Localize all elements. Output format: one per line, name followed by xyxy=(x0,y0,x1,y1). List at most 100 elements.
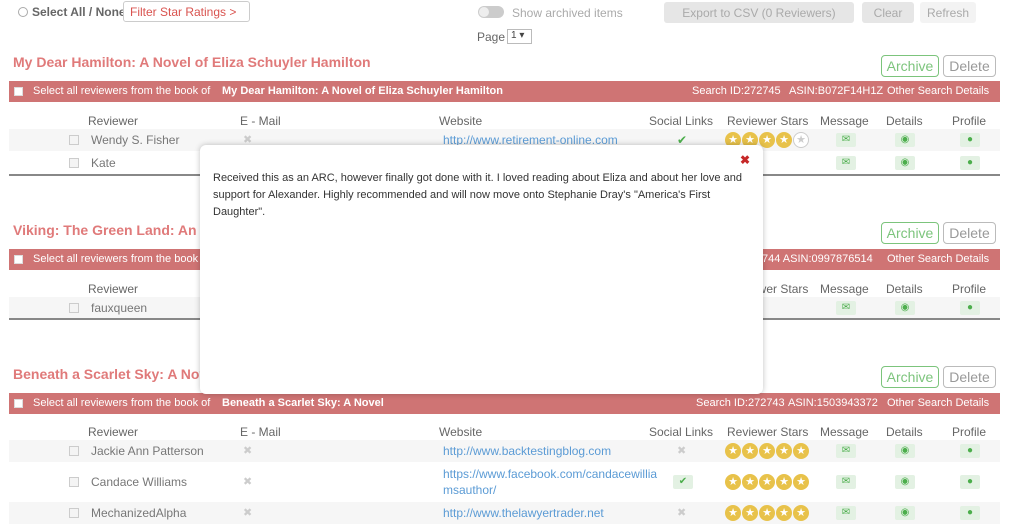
profile-icon[interactable]: ● xyxy=(960,444,980,458)
message-icon[interactable]: ✉ xyxy=(836,444,856,458)
other-search-details-link[interactable]: Other Search Details xyxy=(887,253,989,265)
star-icon: ★ xyxy=(759,132,775,148)
book-title[interactable]: Viking: The Green Land: An E xyxy=(13,222,210,238)
reviewer-name: Candace Williams xyxy=(91,475,188,489)
no-email-icon: ✖ xyxy=(243,445,253,457)
message-icon[interactable]: ✉ xyxy=(836,301,856,315)
profile-icon[interactable]: ● xyxy=(960,156,980,170)
reviewer-dashboard: Select All / None Filter Star Ratings > … xyxy=(0,0,1024,531)
star-icon: ★ xyxy=(742,474,758,490)
eye-icon[interactable]: ◉ xyxy=(895,301,915,315)
star-icon: ★ xyxy=(725,505,741,521)
show-archived-toggle[interactable] xyxy=(478,6,504,18)
page-select[interactable]: 1 ▾ xyxy=(507,29,533,44)
reviewer-name: fauxqueen xyxy=(91,301,148,315)
profile-icon[interactable]: ● xyxy=(960,506,980,520)
page-label: Page xyxy=(477,29,506,44)
website-link[interactable]: http://www.backtestingblog.com xyxy=(443,443,611,459)
star-icon: ★ xyxy=(759,474,775,490)
profile-icon[interactable]: ● xyxy=(960,475,980,489)
star-icon: ★ xyxy=(742,505,758,521)
message-icon[interactable]: ✉ xyxy=(836,156,856,170)
col-stars: Reviewer Stars xyxy=(727,425,809,439)
star-icon: ★ xyxy=(776,505,792,521)
close-icon[interactable]: ✖ xyxy=(740,153,750,167)
col-message: Message xyxy=(820,425,869,439)
reviewer-name: Kate xyxy=(91,156,116,170)
message-icon[interactable]: ✉ xyxy=(836,506,856,520)
website-link[interactable]: https://www.facebook.com/candacewillia m… xyxy=(443,466,657,498)
export-csv-button[interactable]: Export to CSV (0 Reviewers) xyxy=(664,2,854,23)
eye-icon[interactable]: ◉ xyxy=(895,133,915,147)
table-row: Jackie Ann Patterson ✖ http://www.backte… xyxy=(9,440,1000,462)
col-stars: Reviewer Stars xyxy=(727,114,809,128)
select-book-checkbox[interactable] xyxy=(14,399,23,408)
no-email-icon: ✖ xyxy=(243,507,253,519)
eye-icon[interactable]: ◉ xyxy=(895,444,915,458)
bar-book-name: Beneath a Scarlet Sky: A Novel xyxy=(222,397,384,409)
other-search-details-link[interactable]: Other Search Details xyxy=(887,85,989,97)
top-toolbar: Select All / None Filter Star Ratings > … xyxy=(0,0,1024,26)
star-rating: ★ ★ ★ ★ ★ xyxy=(725,474,810,490)
reviewer-name: Wendy S. Fisher xyxy=(91,133,180,147)
eye-icon[interactable]: ◉ xyxy=(895,475,915,489)
col-social: Social Links xyxy=(649,425,714,439)
message-icon[interactable]: ✉ xyxy=(836,475,856,489)
eye-icon[interactable]: ◉ xyxy=(895,156,915,170)
star-icon: ★ xyxy=(776,474,792,490)
asin: 744 ASIN:0997876514 xyxy=(762,253,873,265)
radio-icon[interactable] xyxy=(18,7,28,17)
no-email-icon: ✖ xyxy=(243,476,253,488)
other-search-details-link[interactable]: Other Search Details xyxy=(887,397,989,409)
star-icon: ★ xyxy=(793,443,809,459)
select-all-none[interactable]: Select All / None xyxy=(18,5,126,19)
delete-button[interactable]: Delete xyxy=(943,222,996,244)
website-link[interactable]: http://www.thelawyertrader.net xyxy=(443,505,604,521)
row-checkbox[interactable] xyxy=(69,477,79,487)
select-book-checkbox[interactable] xyxy=(14,255,23,264)
message-icon[interactable]: ✉ xyxy=(836,133,856,147)
star-icon: ★ xyxy=(742,443,758,459)
col-message: Message xyxy=(820,114,869,128)
archive-button[interactable]: Archive xyxy=(881,366,939,388)
select-all-reviewers-label: Select all reviewers from the book of xyxy=(33,397,211,409)
asin: ASIN:B072F14H1Z xyxy=(789,85,884,97)
search-id: Search ID:272743 xyxy=(696,397,785,409)
filter-star-ratings-button[interactable]: Filter Star Ratings > xyxy=(123,1,250,22)
col-email: E - Mail xyxy=(240,114,281,128)
profile-icon[interactable]: ● xyxy=(960,301,980,315)
refresh-button[interactable]: Refresh xyxy=(920,2,976,23)
book-title[interactable]: My Dear Hamilton: A Novel of Eliza Schuy… xyxy=(13,54,371,70)
profile-icon[interactable]: ● xyxy=(960,133,980,147)
col-profile: Profile xyxy=(952,114,987,128)
delete-button[interactable]: Delete xyxy=(943,366,996,388)
col-reviewer: Reviewer xyxy=(88,114,139,128)
delete-button[interactable]: Delete xyxy=(943,55,996,77)
star-icon: ★ xyxy=(725,474,741,490)
select-book-checkbox[interactable] xyxy=(14,87,23,96)
table-row: MechanizedAlpha ✖ http://www.thelawyertr… xyxy=(9,502,1000,524)
row-checkbox[interactable] xyxy=(69,446,79,456)
reviewer-name: Jackie Ann Patterson xyxy=(91,444,204,458)
archive-button[interactable]: Archive xyxy=(881,222,939,244)
show-archived-label: Show archived items xyxy=(512,6,623,20)
row-checkbox[interactable] xyxy=(69,158,79,168)
col-email: E - Mail xyxy=(240,425,281,439)
check-icon: ✔ xyxy=(673,475,693,489)
eye-icon[interactable]: ◉ xyxy=(895,506,915,520)
book-select-bar: Select all reviewers from the book of My… xyxy=(9,81,1000,102)
col-details: Details xyxy=(886,425,923,439)
archive-button[interactable]: Archive xyxy=(881,55,939,77)
row-checkbox[interactable] xyxy=(69,135,79,145)
asin: ASIN:1503943372 xyxy=(788,397,878,409)
col-profile: Profile xyxy=(952,425,987,439)
no-social-icon: ✖ xyxy=(677,507,687,519)
website-line: https://www.facebook.com/candacewillia xyxy=(443,467,658,481)
reviewer-name: MechanizedAlpha xyxy=(91,506,187,520)
book-title[interactable]: Beneath a Scarlet Sky: A Nov xyxy=(13,366,207,382)
row-checkbox[interactable] xyxy=(69,508,79,518)
select-all-label: Select All / None xyxy=(32,5,126,19)
clear-button[interactable]: Clear xyxy=(862,2,914,23)
star-rating: ★ ★ ★ ★ ★ xyxy=(725,443,810,459)
row-checkbox[interactable] xyxy=(69,303,79,313)
